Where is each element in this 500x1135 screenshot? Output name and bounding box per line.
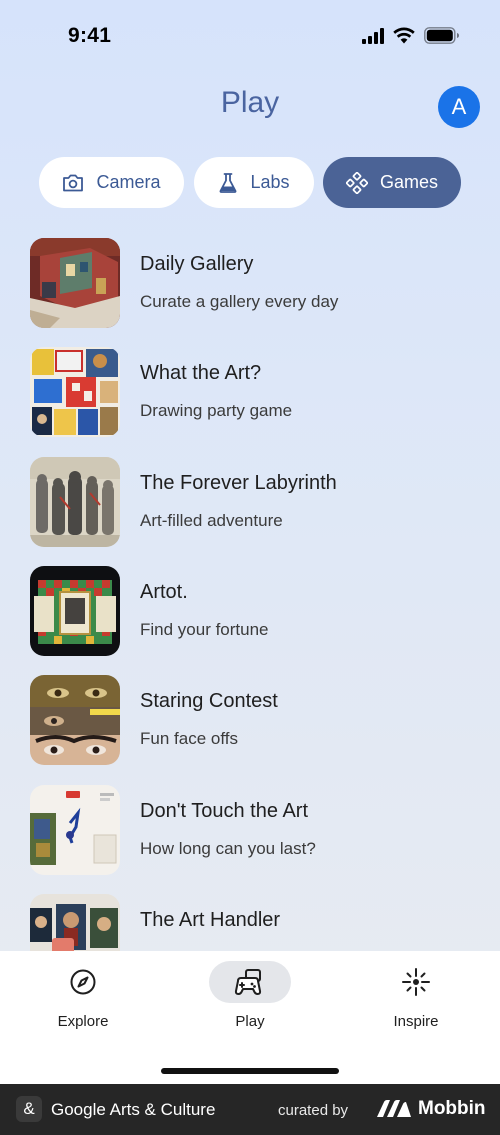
nav-play[interactable]: Play [190, 961, 310, 1030]
footer-banner: & Google Arts & Culture curated by Mobbi… [0, 1084, 500, 1135]
bottom-navigation: Explore Play Inspire [0, 951, 500, 1084]
dont-touch-the-art-thumbnail [30, 785, 120, 875]
labs-chip[interactable]: Labs [194, 157, 314, 208]
avatar[interactable]: A [438, 86, 480, 128]
app-screen: 9:41 Play A Camera Labs Games Daily Gall… [0, 0, 500, 1084]
games-chip-label: Games [379, 172, 439, 192]
wifi-icon [393, 27, 415, 44]
game-title: The Forever Labyrinth [140, 472, 337, 494]
footer-curated-by: curated by [278, 1102, 349, 1119]
game-title: Artot. [140, 581, 188, 603]
game-item-forever-labyrinth[interactable]: The Forever Labyrinth Art-filled adventu… [0, 447, 500, 547]
camera-chip-label: Camera [96, 172, 161, 192]
mobbin-logo-icon [377, 1100, 411, 1117]
game-item-art-handler[interactable]: The Art Handler [0, 884, 500, 951]
flask-icon [220, 172, 237, 193]
game-item-daily-gallery[interactable]: Daily Gallery Curate a gallery every day [0, 228, 500, 328]
game-title: Staring Contest [140, 690, 278, 712]
nav-explore-label: Explore [57, 1013, 109, 1030]
game-title: Don't Touch the Art [140, 800, 308, 822]
games-chip[interactable]: Games [323, 157, 461, 208]
game-subtitle: Drawing party game [140, 401, 293, 420]
app-icon: & [16, 1096, 42, 1122]
game-controller-icon [345, 171, 368, 194]
staring-contest-thumbnail [30, 675, 120, 765]
nav-play-label: Play [235, 1013, 265, 1030]
camera-icon [63, 174, 84, 191]
nav-inspire[interactable]: Inspire [356, 961, 476, 1030]
game-item-dont-touch-the-art[interactable]: Don't Touch the Art How long can you las… [0, 775, 500, 875]
games-list: Daily Gallery Curate a gallery every day [0, 228, 500, 951]
game-item-what-the-art[interactable]: What the Art? Drawing party game [0, 337, 500, 437]
game-subtitle: Find your fortune [140, 620, 269, 639]
what-the-art-thumbnail [30, 347, 120, 437]
game-subtitle: How long can you last? [140, 839, 316, 858]
avatar-letter: A [451, 94, 467, 119]
page-title: Play [220, 86, 280, 119]
game-title: What the Art? [140, 362, 262, 384]
status-icons [362, 27, 460, 44]
compass-icon [70, 969, 96, 995]
sparkle-icon [402, 968, 430, 996]
game-subtitle: Curate a gallery every day [140, 292, 339, 311]
game-item-staring-contest[interactable]: Staring Contest Fun face offs [0, 665, 500, 765]
status-time: 9:41 [68, 24, 112, 47]
game-subtitle: Fun face offs [140, 729, 238, 748]
artot-thumbnail [30, 566, 120, 656]
mobbin-logo: Mobbin [376, 1098, 486, 1120]
game-title: Daily Gallery [140, 253, 254, 275]
daily-gallery-thumbnail [30, 238, 120, 328]
game-item-artot[interactable]: Artot. Find your fortune [0, 556, 500, 656]
nav-inspire-label: Inspire [393, 1013, 439, 1030]
footer-app-name: Google Arts & Culture [51, 1100, 216, 1119]
cellular-signal-icon [362, 27, 384, 44]
footer-brand: Mobbin [418, 1098, 486, 1119]
status-bar: 9:41 [0, 0, 500, 70]
gamepad-icon [234, 969, 262, 995]
nav-explore[interactable]: Explore [23, 961, 143, 1030]
labs-chip-label: Labs [250, 172, 290, 192]
forever-labyrinth-thumbnail [30, 457, 120, 547]
home-indicator [161, 1068, 339, 1074]
battery-icon [424, 27, 459, 44]
art-handler-thumbnail [30, 894, 120, 951]
camera-chip[interactable]: Camera [39, 157, 184, 208]
game-subtitle: Art-filled adventure [140, 511, 283, 530]
game-title: The Art Handler [140, 909, 281, 931]
